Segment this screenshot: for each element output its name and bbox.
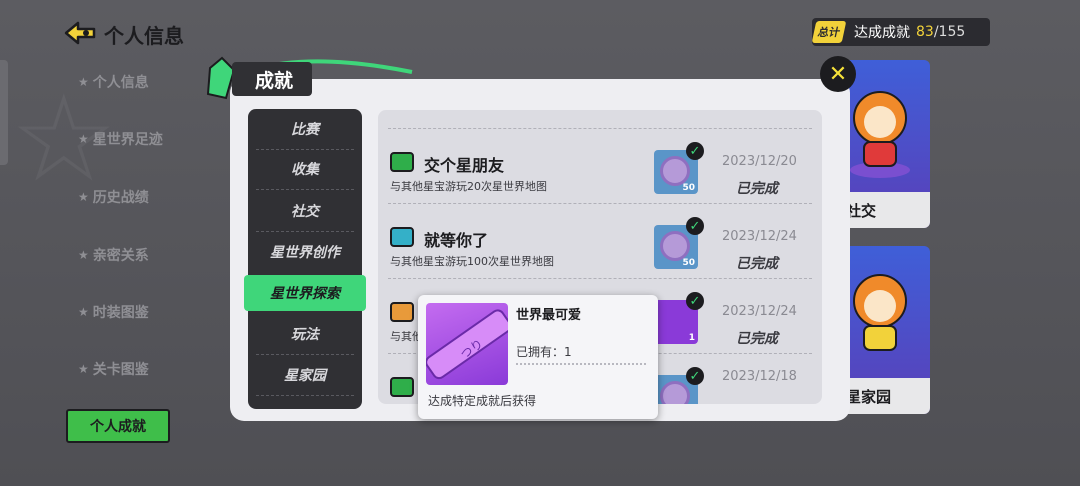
achievement-status: 已完成 [736,331,778,347]
nav-item-achievements[interactable]: 个人成就 [66,409,170,443]
medal-icon [660,156,690,186]
achievement-total: 总计 达成成就 83 /155 [811,18,990,46]
check-icon: ✓ [686,367,704,385]
achievement-row[interactable]: 就等你了 与其他星宝游玩100次星世界地图 50 ✓ 2023/12/24 已完… [378,205,822,281]
achievement-date: 2023/12/24 [722,304,797,319]
back-arrow-icon [64,21,96,45]
item-desc: 达成特定成就后获得 [428,394,537,408]
nav-item-profile[interactable]: ★ 个人信息 [78,72,149,92]
total-max: /155 [933,24,966,40]
star-icon: ★ [78,305,89,319]
check-icon: ✓ [686,217,704,235]
nav-item-fashion[interactable]: ★ 时装图鉴 [78,302,149,322]
total-badge: 总计 [811,21,847,43]
achievement-row[interactable]: 交个星朋友 与其他星宝游玩20次星世界地图 50 ✓ 2023/12/20 已完… [378,130,822,206]
card-label: 星家园 [840,378,930,414]
achievement-desc: 与其他星宝游玩20次星世界地图 [390,180,547,193]
category-home[interactable]: 星家园 [248,355,362,395]
category-world-create[interactable]: 星世界创作 [248,232,362,272]
item-tooltip: つり 世界最可爱 已拥有：1 达成特定成就后获得 [418,295,658,419]
category-match[interactable]: 比赛 [248,109,362,149]
divider [516,363,646,365]
achievement-status: 已完成 [736,256,778,272]
category-panel: 比赛 收集 社交 星世界创作 玩法 星家园 [248,109,362,409]
achievement-badge-icon [390,377,414,397]
divider [256,189,354,190]
item-name: 世界最可爱 [516,308,582,323]
ticket-icon: つり [426,309,508,380]
achievement-badge-icon [390,302,414,322]
category-world-explore[interactable]: 星世界探索 [244,275,366,311]
total-label: 达成成就 [854,25,910,41]
medal-icon [660,381,690,404]
category-collect[interactable]: 收集 [248,149,362,189]
nav-item-footprint[interactable]: ★ 星世界足迹 [78,129,163,149]
nav-item-levels[interactable]: ★ 关卡图鉴 [78,359,149,379]
nav-label: 星世界足迹 [92,132,163,148]
nav-item-history[interactable]: ★ 历史战绩 [78,187,149,207]
nav-label: 关卡图鉴 [92,362,149,378]
nav-label: 时装图鉴 [92,305,149,321]
achievement-badge-icon [390,227,414,247]
character-icon [853,274,907,351]
close-icon: ✕ [828,61,848,87]
nav-label: 个人信息 [92,75,149,91]
card-home[interactable]: 星家园 [840,246,930,414]
category-social[interactable]: 社交 [248,191,362,231]
page-title: 个人信息 [104,24,184,48]
item-owned: 已拥有：1 [516,345,572,359]
divider [388,203,812,204]
divider [256,395,354,396]
total-current: 83 [916,24,934,40]
close-button[interactable]: ✕ [820,56,856,92]
reward-qty: 50 [682,183,695,193]
achievement-date: 2023/12/20 [722,154,797,169]
back-button[interactable] [64,18,96,48]
item-image: つり [426,303,508,385]
achievement-name: 就等你了 [424,231,489,250]
divider [388,128,812,129]
nav-item-relations[interactable]: ★ 亲密关系 [78,245,149,265]
achievement-name: 交个星朋友 [424,156,505,175]
card-label: 社交 [840,192,930,228]
reward-qty: 50 [682,258,695,268]
star-icon: ★ [78,190,89,204]
check-icon: ✓ [686,292,704,310]
category-gameplay[interactable]: 玩法 [248,314,362,354]
modal-header-banner [206,56,413,100]
achievement-desc: 与其他星宝游玩100次星世界地图 [390,255,554,268]
nav-label: 历史战绩 [92,190,149,206]
medal-icon [660,231,690,261]
left-edge-tab[interactable] [0,60,8,165]
achievement-status: 已完成 [736,181,778,197]
reward-qty: 1 [688,333,695,343]
achievement-date: 2023/12/24 [722,229,797,244]
star-icon: ★ [78,75,89,89]
achievement-date: 2023/12/18 [722,369,797,384]
star-icon: ★ [78,362,89,376]
modal-title: 成就 [255,70,294,92]
nav-label: 亲密关系 [92,248,149,264]
divider [388,278,812,279]
achievement-badge-icon [390,152,414,172]
star-icon: ★ [78,132,89,146]
star-icon: ★ [78,248,89,262]
card-social[interactable]: 社交 [840,60,930,228]
check-icon: ✓ [686,142,704,160]
